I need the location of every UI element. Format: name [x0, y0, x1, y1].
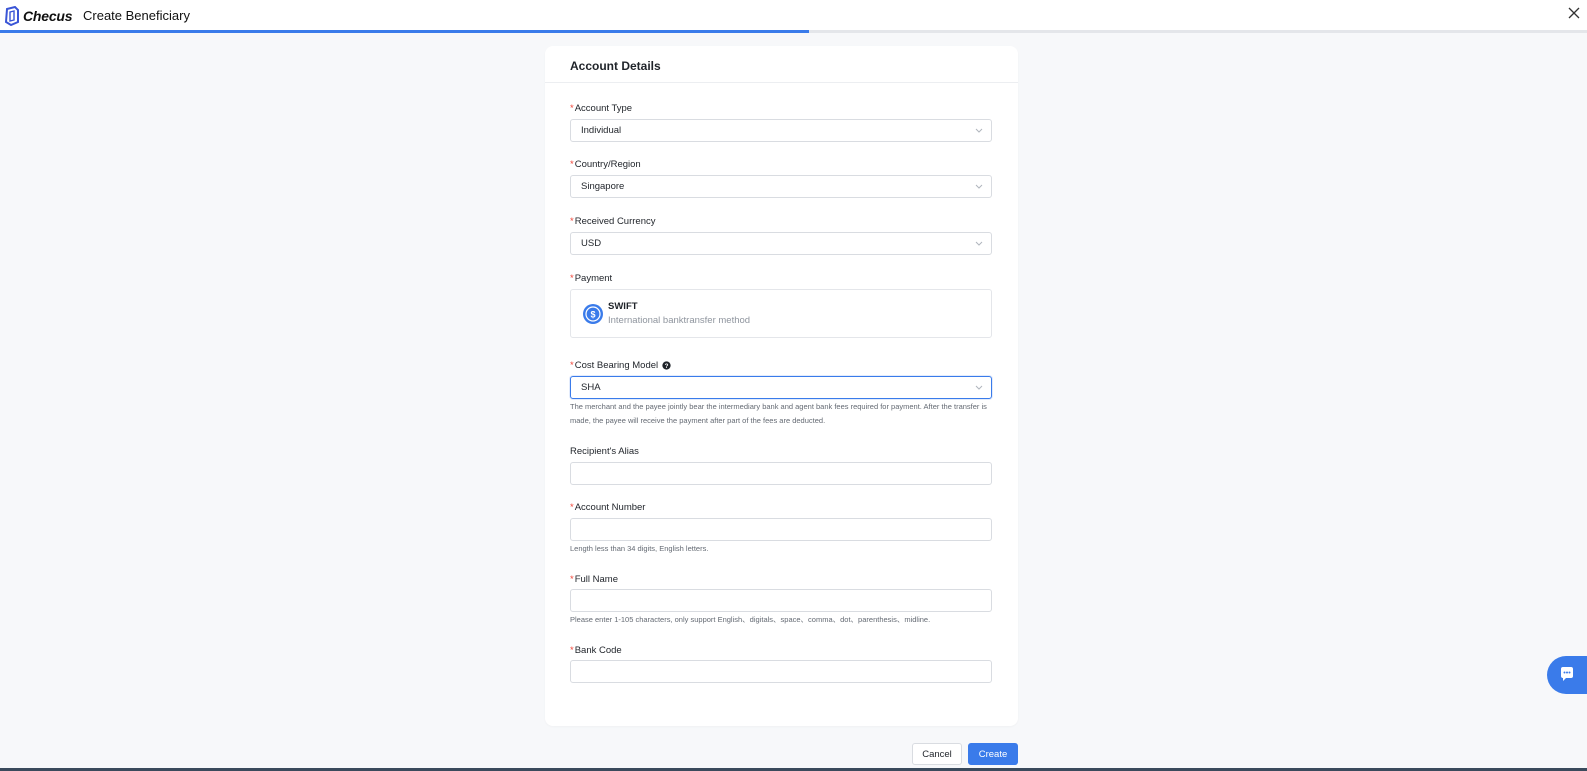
help-icon[interactable]: ? — [662, 361, 671, 370]
logo-text: Checus — [23, 8, 73, 24]
alias-label: Recipient's Alias — [570, 446, 639, 457]
page-title: Create Beneficiary — [83, 8, 190, 23]
progress-fill — [0, 30, 810, 33]
currency-value: USD — [581, 238, 602, 249]
chevron-down-icon — [975, 128, 983, 133]
country-value: Singapore — [581, 181, 625, 192]
country-select[interactable]: Singapore — [570, 175, 992, 198]
dollar-icon: $ — [583, 304, 603, 324]
full-name-hint: Please enter 1-105 characters, only supp… — [570, 615, 931, 624]
payment-option-swift[interactable]: $ SWIFT International banktransfer metho… — [570, 289, 992, 338]
chevron-down-icon — [975, 241, 983, 246]
account-number-hint: Length less than 34 digits, English lett… — [570, 544, 709, 553]
progress-bar — [0, 30, 1587, 33]
account-details-card: Account Details *Account Type Individual… — [545, 46, 1018, 726]
payment-method-desc: International banktransfer method — [608, 315, 751, 326]
chat-button[interactable] — [1547, 656, 1587, 694]
currency-label: *Received Currency — [570, 216, 656, 227]
svg-text:$: $ — [590, 310, 595, 320]
top-bar: Checus Create Beneficiary — [0, 0, 1587, 32]
create-button[interactable]: Create — [968, 743, 1018, 765]
payment-method-title: SWIFT — [608, 301, 638, 312]
card-header: Account Details — [545, 46, 1018, 83]
cost-model-hint: The merchant and the payee jointly bear … — [570, 402, 987, 425]
account-type-label: *Account Type — [570, 103, 633, 114]
required-mark: * — [570, 103, 574, 114]
chevron-down-icon — [975, 385, 983, 390]
chevron-down-icon — [975, 184, 983, 189]
svg-text:?: ? — [665, 363, 669, 370]
full-name-input[interactable] — [570, 589, 992, 612]
logo: Checus — [4, 5, 73, 27]
cost-model-select[interactable]: SHA — [570, 376, 992, 399]
payment-label: *Payment — [570, 273, 613, 284]
close-icon[interactable] — [1567, 6, 1581, 20]
currency-select[interactable]: USD — [570, 232, 992, 255]
cancel-button[interactable]: Cancel — [912, 743, 962, 765]
bank-code-input[interactable] — [570, 660, 992, 683]
bank-code-label: *Bank Code — [570, 645, 622, 656]
cost-model-label: *Cost Bearing Model ? — [570, 360, 671, 371]
alias-input[interactable] — [570, 462, 992, 485]
account-type-value: Individual — [581, 125, 622, 136]
account-number-label: *Account Number — [570, 502, 646, 513]
checus-logo-icon — [4, 6, 19, 26]
full-name-label: *Full Name — [570, 574, 618, 585]
country-label: *Country/Region — [570, 159, 641, 170]
account-number-input[interactable] — [570, 518, 992, 541]
chat-icon — [1561, 667, 1573, 681]
account-type-select[interactable]: Individual — [570, 119, 992, 142]
card-title: Account Details — [570, 59, 661, 73]
cost-model-value: SHA — [581, 382, 601, 393]
